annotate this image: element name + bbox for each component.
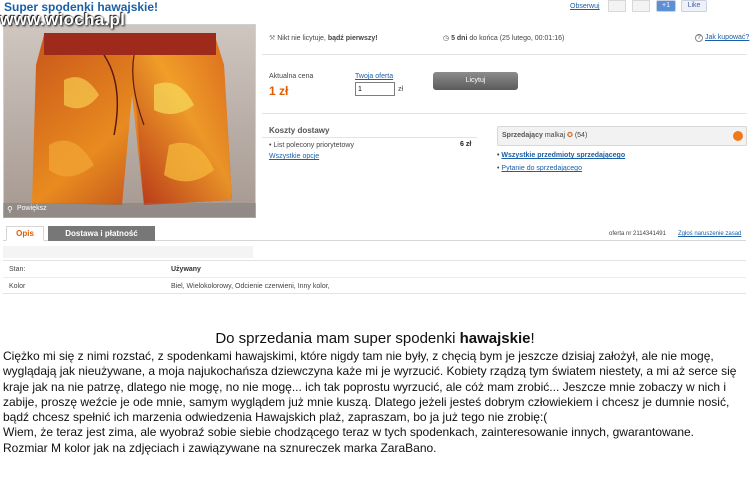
like-button[interactable]: Like (681, 0, 707, 12)
watch-link[interactable]: Obserwuj (570, 3, 600, 10)
tab-description[interactable]: Opis (6, 226, 44, 241)
product-photo[interactable] (3, 24, 256, 218)
end-date: do końca (25 lutego, 00:01:16) (469, 35, 565, 42)
gavel-icon: ⚒ (269, 35, 276, 42)
all-items-link[interactable]: • Wszystkie przedmioty sprzedającego (497, 152, 625, 159)
attr-value: Używany (171, 266, 201, 273)
attr-label: Stan: (9, 266, 26, 273)
heading-prefix: Do sprzedania mam super spodenki (215, 330, 460, 347)
be-first-text: bądź pierwszy! (327, 35, 378, 42)
expand-seller-icon[interactable] (733, 131, 743, 141)
plus-one-button[interactable]: +1 (656, 0, 676, 12)
bullet-icon: • (497, 152, 500, 159)
description-body: Ciężko mi się z nimi rozstać, z spodenka… (3, 349, 747, 456)
magnifier-icon: ⚲ (7, 205, 13, 214)
seller-label: Sprzedający (502, 132, 543, 139)
clock-icon: ◷ (443, 35, 450, 42)
time-left: ◷ 5 dni do końca (25 lutego, 00:01:16) (443, 34, 564, 42)
nobody-bid-text: Nikt nie licytuje, (277, 35, 326, 42)
offer-number: oferta nr 2114341491 (609, 231, 666, 237)
tab-shipping-payment[interactable]: Dostawa i płatność (48, 226, 155, 241)
shipping-option-name: List polecony priorytetowy (273, 142, 354, 149)
star-icon: ✪ (567, 132, 573, 139)
shipping-price: 6 zł (460, 141, 472, 148)
current-price: 1 zł (269, 84, 289, 98)
attr-label: Kolor (9, 283, 26, 290)
shipping-option: • List polecony priorytetowy (269, 142, 354, 149)
description-paragraph: Rozmiar M kolor jak na zdjęciach i zawią… (3, 440, 437, 455)
how-to-buy-label[interactable]: Jak kupować? (705, 34, 749, 41)
seller-name[interactable]: malkaj (545, 132, 565, 139)
seller-rating: (54) (574, 132, 588, 139)
all-shipping-options-link[interactable]: Wszystkie opcje (269, 153, 319, 160)
plus-one-label: +1 (662, 2, 670, 9)
row-divider (3, 277, 746, 278)
description-paragraph: Wiem, że teraz jest zima, ale wyobraź so… (3, 425, 695, 440)
ask-seller-link[interactable]: • Pytanie do sprzedającego (497, 165, 582, 172)
report-link[interactable]: Zgłoś naruszenie zasad (678, 231, 741, 237)
ask-seller-label[interactable]: Pytanie do sprzedającego (501, 165, 582, 172)
description-heading: Do sprzedania mam super spodenki hawajsk… (0, 330, 750, 347)
bullet-icon: • (497, 165, 500, 172)
bid-button[interactable]: Licytuj (433, 72, 518, 90)
attr-value: Biel, Wielokolorowy, Odcienie czerwieni,… (171, 283, 330, 290)
email-share-icon[interactable] (608, 0, 626, 12)
bid-amount-input[interactable] (355, 82, 395, 96)
zoom-label[interactable]: Powiększ (17, 205, 47, 212)
heading-suffix: ! (530, 330, 535, 347)
watermark-logo: www.wiocha.pl (0, 10, 126, 29)
description-paragraph: Ciężko mi się z nimi rozstać, z spodenka… (3, 349, 737, 425)
share-icon[interactable] (632, 0, 650, 12)
shipping-title: Koszty dostawy (269, 126, 330, 135)
all-items-label[interactable]: Wszystkie przedmioty sprzedającego (501, 152, 625, 159)
like-label: Like (687, 2, 701, 9)
current-price-label: Aktualna cena (269, 73, 314, 80)
attributes-header-band (3, 246, 253, 258)
divider (262, 137, 477, 138)
seller-info: Sprzedający malkaj ✪ (54) (502, 131, 587, 139)
days-left: 5 dni (451, 35, 468, 42)
divider (262, 54, 747, 55)
bullet-icon: • (269, 142, 272, 149)
no-bids-info: ⚒ Nikt nie licytuje, bądź pierwszy! (269, 34, 378, 42)
divider (262, 113, 747, 114)
currency-label: zł (398, 86, 404, 93)
your-offer-label[interactable]: Twoja oferta (355, 73, 393, 80)
how-to-buy-link[interactable]: ? Jak kupować? (695, 34, 749, 42)
heading-bold: hawajskie (459, 330, 531, 347)
help-icon: ? (695, 34, 703, 42)
shorts-image (4, 25, 255, 217)
